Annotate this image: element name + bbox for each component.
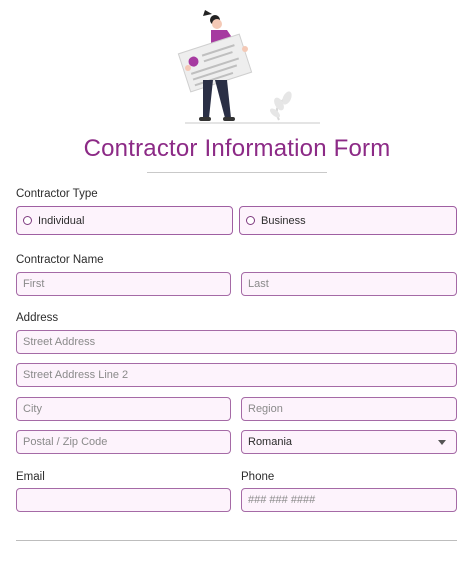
phone-placeholder: ### ### #### [248,494,316,506]
phone-input[interactable]: ### ### #### [241,488,457,512]
country-select[interactable]: Romania [241,430,457,454]
individual-label: Individual [38,214,85,227]
last-name-placeholder: Last [248,278,269,290]
street-address-input[interactable]: Street Address [16,330,457,354]
form-page: Contractor Information Form Contractor T… [0,0,474,576]
business-radio-option[interactable]: Business [239,206,457,235]
contractor-type-label: Contractor Type [16,188,98,200]
city-placeholder: City [23,403,42,415]
last-name-input[interactable]: Last [241,272,457,296]
radio-icon [246,216,255,225]
street-address-line2-input[interactable]: Street Address Line 2 [16,363,457,387]
section-divider [16,540,457,541]
business-label: Business [261,214,306,227]
street-address-line2-placeholder: Street Address Line 2 [23,369,129,381]
email-label: Email [16,471,45,483]
region-placeholder: Region [248,403,283,415]
postal-code-input[interactable]: Postal / Zip Code [16,430,231,454]
country-value: Romania [248,436,293,448]
email-field[interactable] [16,488,231,512]
chevron-down-icon [438,439,446,445]
first-name-placeholder: First [23,278,45,290]
title-divider [147,172,327,173]
page-title: Contractor Information Form [83,135,391,162]
street-address-placeholder: Street Address [23,336,96,348]
postal-code-placeholder: Postal / Zip Code [23,436,108,448]
contractor-name-label: Contractor Name [16,254,104,266]
form-illustration [177,10,320,124]
first-name-input[interactable]: First [16,272,231,296]
individual-radio-option[interactable]: Individual [16,206,233,235]
address-label: Address [16,312,59,324]
phone-label: Phone [241,471,275,483]
region-input[interactable]: Region [241,397,457,421]
radio-icon [23,216,32,225]
city-input[interactable]: City [16,397,231,421]
